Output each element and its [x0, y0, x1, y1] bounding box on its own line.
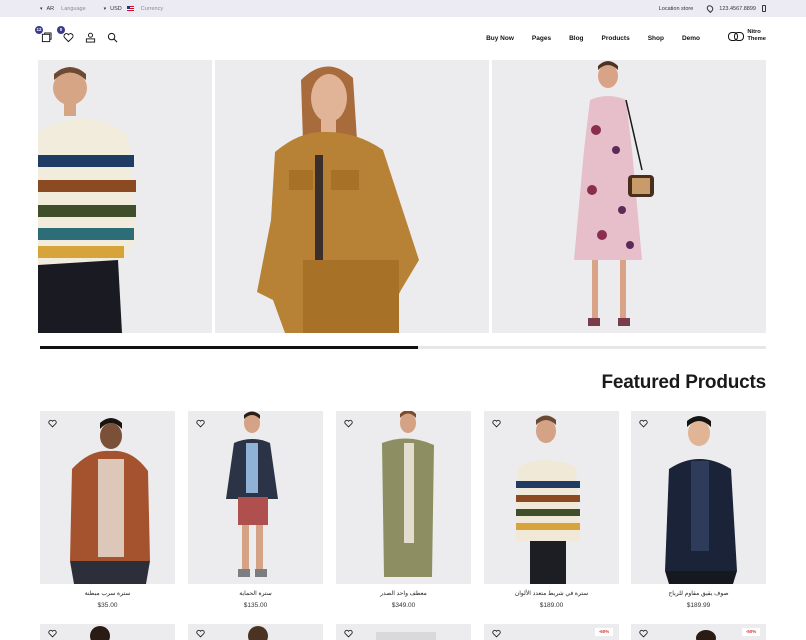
product-price: $349.00 [391, 602, 416, 609]
search-button[interactable] [106, 31, 118, 43]
model-image [248, 626, 268, 640]
logo-line-1: Nitro [747, 29, 761, 35]
carousel-progress-bar[interactable] [40, 346, 766, 349]
model-image [492, 60, 766, 333]
chevron-down-icon[interactable]: ▾ [104, 6, 107, 12]
product-image[interactable] [188, 411, 323, 584]
phone-number[interactable]: 123.4567.8899 [719, 6, 756, 12]
us-flag-icon [126, 6, 134, 11]
currency-label: Currency [140, 5, 164, 12]
search-icon [107, 32, 117, 42]
wishlist-heart-icon[interactable] [196, 629, 205, 638]
product-name[interactable]: سترة سرب مبطنة [40, 590, 175, 597]
top-bar-left: ▾ AR Language ▾ USD Currency [40, 0, 177, 17]
nav-item-products[interactable]: Products [602, 35, 630, 42]
sale-badge: -60% [595, 628, 613, 636]
product-name[interactable]: سترة الحماية [188, 590, 323, 597]
site-header: 12 0 Buy Now Pages Blog Products Shop De… [0, 17, 806, 60]
location-store-link[interactable]: Location store [659, 6, 694, 12]
model-image [70, 418, 150, 584]
product-price: $135.00 [243, 602, 268, 609]
compare-button[interactable]: 12 [35, 26, 52, 43]
product-card[interactable]: سترة سرب مبطنة $35.00 [40, 411, 175, 609]
logo-text: Nitro Theme [747, 29, 766, 42]
featured-products-row-2: -60% -50% [40, 624, 766, 640]
currency-code[interactable]: USD [110, 6, 122, 12]
product-price: $189.99 [686, 602, 711, 609]
user-icon [85, 32, 95, 43]
model-image [226, 411, 278, 577]
top-bar: ▾ AR Language ▾ USD Currency Location st… [0, 0, 806, 17]
hero-slide-floral-dress[interactable] [492, 60, 766, 333]
product-card[interactable] [188, 624, 323, 640]
nav-item-buy-now[interactable]: Buy Now [486, 35, 514, 42]
wishlist-heart-icon[interactable] [48, 629, 57, 638]
product-image[interactable] [631, 411, 766, 584]
account-button[interactable] [84, 31, 96, 43]
model-image [382, 411, 434, 577]
hero-carousel[interactable] [38, 60, 766, 333]
nav-item-shop[interactable]: Shop [648, 35, 664, 42]
wishlist-heart-icon[interactable] [492, 629, 501, 638]
language-code[interactable]: AR [47, 6, 55, 12]
wishlist-heart-icon[interactable] [639, 629, 648, 638]
product-image[interactable] [484, 411, 619, 584]
model-image [376, 632, 436, 640]
compare-icon [41, 31, 52, 42]
product-name[interactable]: سترة في شريط متعدد الألوان [484, 590, 619, 597]
wishlist-count-badge: 0 [57, 26, 65, 34]
product-image[interactable] [336, 411, 471, 584]
wishlist-heart-icon[interactable] [639, 419, 648, 428]
carousel-progress-fill [40, 346, 418, 349]
product-card[interactable]: سترة الحماية $135.00 [188, 411, 323, 609]
heart-icon [63, 32, 73, 42]
product-price: $35.00 [97, 602, 118, 609]
model-image [90, 626, 110, 640]
model-image [38, 60, 212, 333]
nav-item-demo[interactable]: Demo [682, 35, 700, 42]
logo-mark-icon [728, 31, 745, 41]
product-card[interactable]: سترة في شريط متعدد الألوان $189.00 [484, 411, 619, 609]
main-nav: Buy Now Pages Blog Products Shop Demo [468, 31, 700, 45]
site-logo[interactable]: Nitro Theme [728, 29, 766, 42]
product-card[interactable]: -50% [631, 624, 766, 640]
product-card[interactable] [40, 624, 175, 640]
wishlist-heart-icon[interactable] [344, 629, 353, 638]
language-label: Language [61, 5, 86, 12]
header-icons: 12 0 [35, 26, 118, 43]
wishlist-heart-icon[interactable] [492, 419, 501, 428]
wishlist-heart-icon[interactable] [344, 419, 353, 428]
model-image [516, 415, 580, 584]
product-card[interactable]: صوف يقيق مقاوم للرياح $189.99 [631, 411, 766, 609]
wishlist-button[interactable]: 0 [57, 26, 74, 43]
location-pin-icon [705, 3, 715, 14]
hero-slide-corduroy-jacket[interactable] [215, 60, 489, 333]
logo-line-2: Theme [747, 35, 766, 42]
chevron-down-icon[interactable]: ▾ [40, 6, 43, 12]
featured-products-title: Featured Products [601, 372, 767, 393]
phone-icon [762, 5, 766, 12]
nav-item-pages[interactable]: Pages [532, 35, 551, 42]
model-image [665, 416, 737, 584]
product-price: $189.00 [539, 602, 564, 609]
product-image[interactable] [40, 411, 175, 584]
product-name[interactable]: معطف واحد الصدر [336, 590, 471, 597]
compare-count-badge: 12 [35, 26, 43, 34]
sale-badge: -50% [742, 628, 760, 636]
product-card[interactable]: -60% [484, 624, 619, 640]
model-image [696, 630, 716, 640]
product-card[interactable]: معطف واحد الصدر $349.00 [336, 411, 471, 609]
hero-slide-striped-sweater[interactable] [38, 60, 212, 333]
top-bar-right: Location store 123.4567.8899 [659, 0, 766, 17]
model-image [215, 60, 489, 333]
nav-item-blog[interactable]: Blog [569, 35, 583, 42]
wishlist-heart-icon[interactable] [48, 419, 57, 428]
product-card[interactable] [336, 624, 471, 640]
wishlist-heart-icon[interactable] [196, 419, 205, 428]
product-name[interactable]: صوف يقيق مقاوم للرياح [631, 590, 766, 597]
